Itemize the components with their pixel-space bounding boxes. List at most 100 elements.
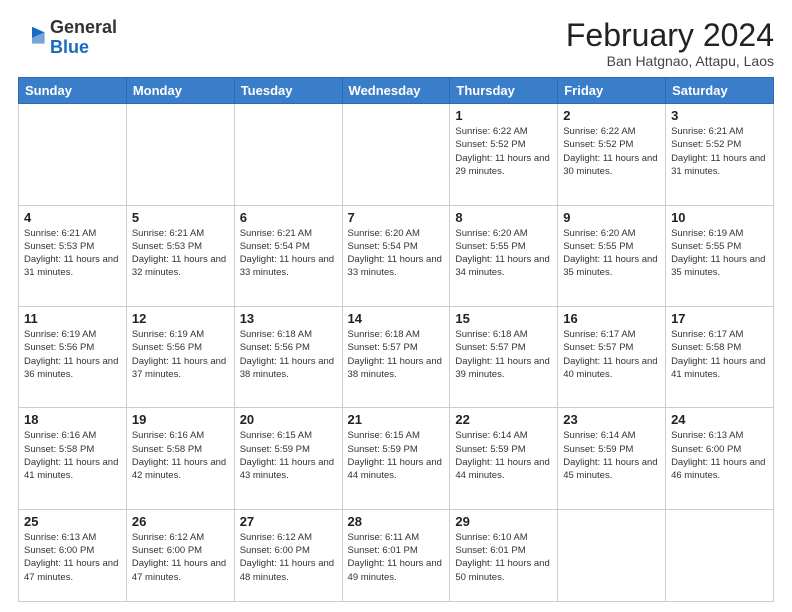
calendar-cell: 9 Sunrise: 6:20 AMSunset: 5:55 PMDaylight… — [558, 205, 666, 306]
calendar-cell: 11 Sunrise: 6:19 AMSunset: 5:56 PMDayligh… — [19, 307, 127, 408]
header: General Blue February 2024 Ban Hatgnao, … — [18, 18, 774, 69]
col-friday: Friday — [558, 78, 666, 104]
day-info: Sunrise: 6:12 AMSunset: 6:00 PMDaylight:… — [132, 531, 229, 584]
calendar-cell: 23 Sunrise: 6:14 AMSunset: 5:59 PMDayligh… — [558, 408, 666, 509]
day-number: 12 — [132, 311, 229, 326]
calendar-cell — [666, 509, 774, 601]
day-info: Sunrise: 6:19 AMSunset: 5:56 PMDaylight:… — [24, 328, 121, 381]
week-row-3: 11 Sunrise: 6:19 AMSunset: 5:56 PMDayligh… — [19, 307, 774, 408]
calendar-cell: 10 Sunrise: 6:19 AMSunset: 5:55 PMDayligh… — [666, 205, 774, 306]
day-number: 14 — [348, 311, 445, 326]
calendar-table: Sunday Monday Tuesday Wednesday Thursday… — [18, 77, 774, 602]
day-number: 18 — [24, 412, 121, 427]
page: General Blue February 2024 Ban Hatgnao, … — [0, 0, 792, 612]
main-title: February 2024 — [566, 18, 774, 53]
calendar-cell: 2 Sunrise: 6:22 AMSunset: 5:52 PMDaylight… — [558, 104, 666, 205]
logo-general: General — [50, 17, 117, 37]
day-info: Sunrise: 6:18 AMSunset: 5:57 PMDaylight:… — [455, 328, 552, 381]
calendar-cell: 28 Sunrise: 6:11 AMSunset: 6:01 PMDayligh… — [342, 509, 450, 601]
day-number: 11 — [24, 311, 121, 326]
calendar-cell — [19, 104, 127, 205]
calendar-cell — [126, 104, 234, 205]
calendar-cell: 17Sunrise: 6:17 AMSunset: 5:58 PMDayligh… — [666, 307, 774, 408]
calendar-cell: 5 Sunrise: 6:21 AMSunset: 5:53 PMDaylight… — [126, 205, 234, 306]
day-number: 24 — [671, 412, 768, 427]
day-number: 10 — [671, 210, 768, 225]
calendar-cell: 8Sunrise: 6:20 AMSunset: 5:55 PMDaylight… — [450, 205, 558, 306]
logo-text: General Blue — [50, 18, 117, 58]
day-number: 13 — [240, 311, 337, 326]
day-number: 8 — [455, 210, 552, 225]
day-number: 6 — [240, 210, 337, 225]
calendar-cell: 25 Sunrise: 6:13 AMSunset: 6:00 PMDayligh… — [19, 509, 127, 601]
calendar-cell: 22 Sunrise: 6:14 AMSunset: 5:59 PMDayligh… — [450, 408, 558, 509]
day-info: Sunrise: 6:14 AMSunset: 5:59 PMDaylight:… — [455, 429, 552, 482]
calendar-cell: 15 Sunrise: 6:18 AMSunset: 5:57 PMDayligh… — [450, 307, 558, 408]
day-number: 16 — [563, 311, 660, 326]
day-number: 17 — [671, 311, 768, 326]
day-info: Sunrise: 6:15 AMSunset: 5:59 PMDaylight:… — [240, 429, 337, 482]
day-info: Sunrise: 6:19 AMSunset: 5:55 PMDaylight:… — [671, 227, 768, 280]
calendar-cell: 21 Sunrise: 6:15 AMSunset: 5:59 PMDayligh… — [342, 408, 450, 509]
col-monday: Monday — [126, 78, 234, 104]
day-number: 29 — [455, 514, 552, 529]
calendar-cell: 13 Sunrise: 6:18 AMSunset: 5:56 PMDayligh… — [234, 307, 342, 408]
day-number: 28 — [348, 514, 445, 529]
calendar-cell: 24 Sunrise: 6:13 AMSunset: 6:00 PMDayligh… — [666, 408, 774, 509]
calendar-cell: 16 Sunrise: 6:17 AMSunset: 5:57 PMDayligh… — [558, 307, 666, 408]
logo-icon — [18, 24, 46, 52]
col-wednesday: Wednesday — [342, 78, 450, 104]
calendar-cell: 3Sunrise: 6:21 AMSunset: 5:52 PMDaylight… — [666, 104, 774, 205]
day-number: 21 — [348, 412, 445, 427]
day-info: Sunrise: 6:18 AMSunset: 5:56 PMDaylight:… — [240, 328, 337, 381]
day-info: Sunrise: 6:21 AMSunset: 5:54 PMDaylight:… — [240, 227, 337, 280]
day-info: Sunrise: 6:14 AMSunset: 5:59 PMDaylight:… — [563, 429, 660, 482]
day-number: 27 — [240, 514, 337, 529]
calendar-cell: 4Sunrise: 6:21 AMSunset: 5:53 PMDaylight… — [19, 205, 127, 306]
day-number: 25 — [24, 514, 121, 529]
day-info: Sunrise: 6:19 AMSunset: 5:56 PMDaylight:… — [132, 328, 229, 381]
day-number: 7 — [348, 210, 445, 225]
day-info: Sunrise: 6:21 AMSunset: 5:53 PMDaylight:… — [132, 227, 229, 280]
day-info: Sunrise: 6:21 AMSunset: 5:52 PMDaylight:… — [671, 125, 768, 178]
day-number: 22 — [455, 412, 552, 427]
calendar-cell — [342, 104, 450, 205]
day-info: Sunrise: 6:12 AMSunset: 6:00 PMDaylight:… — [240, 531, 337, 584]
calendar-cell: 27 Sunrise: 6:12 AMSunset: 6:00 PMDayligh… — [234, 509, 342, 601]
title-block: February 2024 Ban Hatgnao, Attapu, Laos — [566, 18, 774, 69]
calendar-header-row: Sunday Monday Tuesday Wednesday Thursday… — [19, 78, 774, 104]
calendar-cell: 6 Sunrise: 6:21 AMSunset: 5:54 PMDaylight… — [234, 205, 342, 306]
day-info: Sunrise: 6:16 AMSunset: 5:58 PMDaylight:… — [132, 429, 229, 482]
day-number: 19 — [132, 412, 229, 427]
day-number: 1 — [455, 108, 552, 123]
calendar-cell: 26Sunrise: 6:12 AMSunset: 6:00 PMDayligh… — [126, 509, 234, 601]
calendar-cell: 7 Sunrise: 6:20 AMSunset: 5:54 PMDaylight… — [342, 205, 450, 306]
day-number: 5 — [132, 210, 229, 225]
day-info: Sunrise: 6:22 AMSunset: 5:52 PMDaylight:… — [563, 125, 660, 178]
calendar-cell: 1 Sunrise: 6:22 AMSunset: 5:52 PMDaylight… — [450, 104, 558, 205]
week-row-5: 25 Sunrise: 6:13 AMSunset: 6:00 PMDayligh… — [19, 509, 774, 601]
calendar-cell: 19 Sunrise: 6:16 AMSunset: 5:58 PMDayligh… — [126, 408, 234, 509]
calendar-cell: 14 Sunrise: 6:18 AMSunset: 5:57 PMDayligh… — [342, 307, 450, 408]
col-thursday: Thursday — [450, 78, 558, 104]
day-number: 15 — [455, 311, 552, 326]
day-info: Sunrise: 6:18 AMSunset: 5:57 PMDaylight:… — [348, 328, 445, 381]
col-sunday: Sunday — [19, 78, 127, 104]
day-info: Sunrise: 6:22 AMSunset: 5:52 PMDaylight:… — [455, 125, 552, 178]
day-number: 9 — [563, 210, 660, 225]
day-info: Sunrise: 6:21 AMSunset: 5:53 PMDaylight:… — [24, 227, 121, 280]
day-number: 23 — [563, 412, 660, 427]
day-info: Sunrise: 6:20 AMSunset: 5:54 PMDaylight:… — [348, 227, 445, 280]
calendar-cell — [234, 104, 342, 205]
day-number: 2 — [563, 108, 660, 123]
day-info: Sunrise: 6:17 AMSunset: 5:57 PMDaylight:… — [563, 328, 660, 381]
day-info: Sunrise: 6:13 AMSunset: 6:00 PMDaylight:… — [24, 531, 121, 584]
col-saturday: Saturday — [666, 78, 774, 104]
week-row-2: 4Sunrise: 6:21 AMSunset: 5:53 PMDaylight… — [19, 205, 774, 306]
day-number: 20 — [240, 412, 337, 427]
logo-blue: Blue — [50, 37, 89, 57]
day-info: Sunrise: 6:11 AMSunset: 6:01 PMDaylight:… — [348, 531, 445, 584]
day-info: Sunrise: 6:15 AMSunset: 5:59 PMDaylight:… — [348, 429, 445, 482]
day-info: Sunrise: 6:13 AMSunset: 6:00 PMDaylight:… — [671, 429, 768, 482]
day-info: Sunrise: 6:20 AMSunset: 5:55 PMDaylight:… — [563, 227, 660, 280]
